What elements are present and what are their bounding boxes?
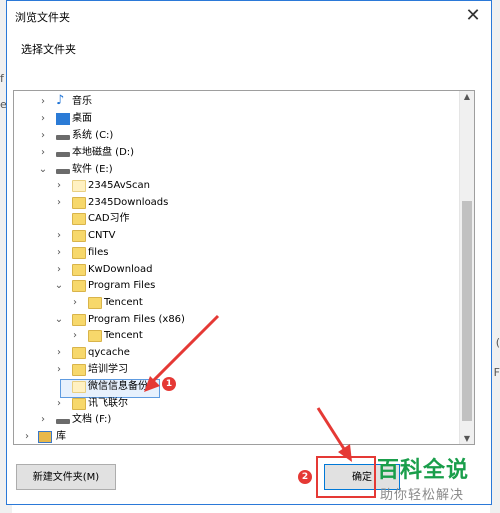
tree-item-label: Tencent xyxy=(104,330,143,341)
close-icon[interactable]: ✕ xyxy=(463,6,483,26)
folder-icon xyxy=(72,230,86,242)
tree-item-label: KwDownload xyxy=(88,264,153,275)
tree-item-label: 讯飞联尔 xyxy=(88,398,128,409)
background-text: F xyxy=(493,366,500,379)
folder-icon xyxy=(72,314,86,326)
chevron-right-icon[interactable]: › xyxy=(38,94,48,110)
chevron-right-icon[interactable]: › xyxy=(54,262,64,278)
chevron-right-icon[interactable]: › xyxy=(38,128,48,144)
step-badge-2: 2 xyxy=(298,470,312,484)
watermark: 百科全说 助你轻松解决 xyxy=(372,450,492,510)
tree-item-label: 培训学习 xyxy=(88,364,128,375)
chevron-right-icon[interactable]: › xyxy=(54,362,64,378)
tree-item-label: 文档 (F:) xyxy=(72,414,112,425)
tree-item-label: Tencent xyxy=(104,297,143,308)
folder-icon xyxy=(72,264,86,276)
title-bar[interactable]: 浏览文件夹 ✕ xyxy=(7,1,491,31)
chevron-right-icon[interactable]: › xyxy=(54,245,64,261)
background-text: ( xyxy=(495,336,500,349)
drive-icon xyxy=(56,169,70,174)
step-badge-1: 1 xyxy=(162,377,176,391)
tree-item-label: 2345Downloads xyxy=(88,197,169,208)
watermark-subtitle: 助你轻松解决 xyxy=(380,488,465,503)
tree-item-label: 微信信息备份 xyxy=(88,381,148,392)
desktop-icon xyxy=(56,113,70,125)
chevron-right-icon[interactable]: › xyxy=(70,328,80,344)
chevron-right-icon[interactable]: › xyxy=(38,412,48,428)
tree-item-label: Program Files (x86) xyxy=(88,314,185,325)
chevron-right-icon[interactable]: › xyxy=(70,295,80,311)
scroll-down-icon[interactable]: ▼ xyxy=(460,434,474,443)
tree-item-label: Program Files xyxy=(88,280,156,291)
chevron-down-icon[interactable]: ⌄ xyxy=(54,278,64,294)
folder-icon xyxy=(88,330,102,342)
chevron-right-icon[interactable]: › xyxy=(38,111,48,127)
library-icon xyxy=(38,431,52,443)
chevron-right-icon[interactable]: › xyxy=(54,345,64,361)
chevron-right-icon[interactable]: › xyxy=(54,228,64,244)
folder-icon xyxy=(72,180,86,192)
dialog-title: 浏览文件夹 xyxy=(15,11,70,24)
chevron-right-icon[interactable]: › xyxy=(54,396,64,412)
vertical-scrollbar[interactable]: ▲ ▼ xyxy=(459,91,474,444)
scrollbar-thumb[interactable] xyxy=(462,201,472,421)
folder-icon xyxy=(72,280,86,292)
scroll-up-icon[interactable]: ▲ xyxy=(460,92,474,101)
tree-item-label: 2345AvScan xyxy=(88,180,150,191)
tree-item-label: 软件 (E:) xyxy=(72,164,113,175)
tree-item-label: files xyxy=(88,247,109,258)
folder-icon xyxy=(72,247,86,259)
folder-icon xyxy=(72,364,86,376)
drive-icon xyxy=(56,152,70,157)
chevron-right-icon[interactable]: › xyxy=(54,195,64,211)
tree-item-label: 桌面 xyxy=(72,113,92,124)
chevron-right-icon[interactable]: › xyxy=(38,145,48,161)
folder-tree[interactable]: › ♪ 音乐 › 桌面 › 系统 (C:) › 本地磁盘 (D:) ⌄ 软件 (… xyxy=(13,90,475,445)
folder-icon xyxy=(72,381,86,393)
folder-icon xyxy=(72,197,86,209)
tree-item-label: 网络 xyxy=(56,443,76,444)
chevron-right-icon[interactable]: › xyxy=(54,178,64,194)
watermark-title: 百科全说 xyxy=(377,458,470,483)
folder-icon xyxy=(72,398,86,410)
tree-item-label: CNTV xyxy=(88,230,116,241)
background-text: f xyxy=(0,72,4,85)
tree-item-label: CAD习作 xyxy=(88,213,130,224)
tree-item-label: qycache xyxy=(88,347,130,358)
tree-item-label: 本地磁盘 (D:) xyxy=(72,147,135,158)
folder-icon xyxy=(72,347,86,359)
chevron-down-icon[interactable]: ⌄ xyxy=(54,312,64,328)
chevron-down-icon[interactable]: ⌄ xyxy=(38,162,48,178)
folder-icon xyxy=(88,297,102,309)
folder-icon xyxy=(72,213,86,225)
ok-button-annotation-box xyxy=(316,456,376,498)
tree-item-label: 音乐 xyxy=(72,96,92,107)
chevron-right-icon[interactable]: › xyxy=(22,443,32,444)
tree-item-label: 系统 (C:) xyxy=(72,130,114,141)
music-icon: ♪ xyxy=(56,93,65,108)
new-folder-button[interactable]: 新建文件夹(M) xyxy=(16,464,116,490)
dialog-prompt: 选择文件夹 xyxy=(21,43,76,56)
drive-icon xyxy=(56,419,70,424)
drive-icon xyxy=(56,135,70,140)
